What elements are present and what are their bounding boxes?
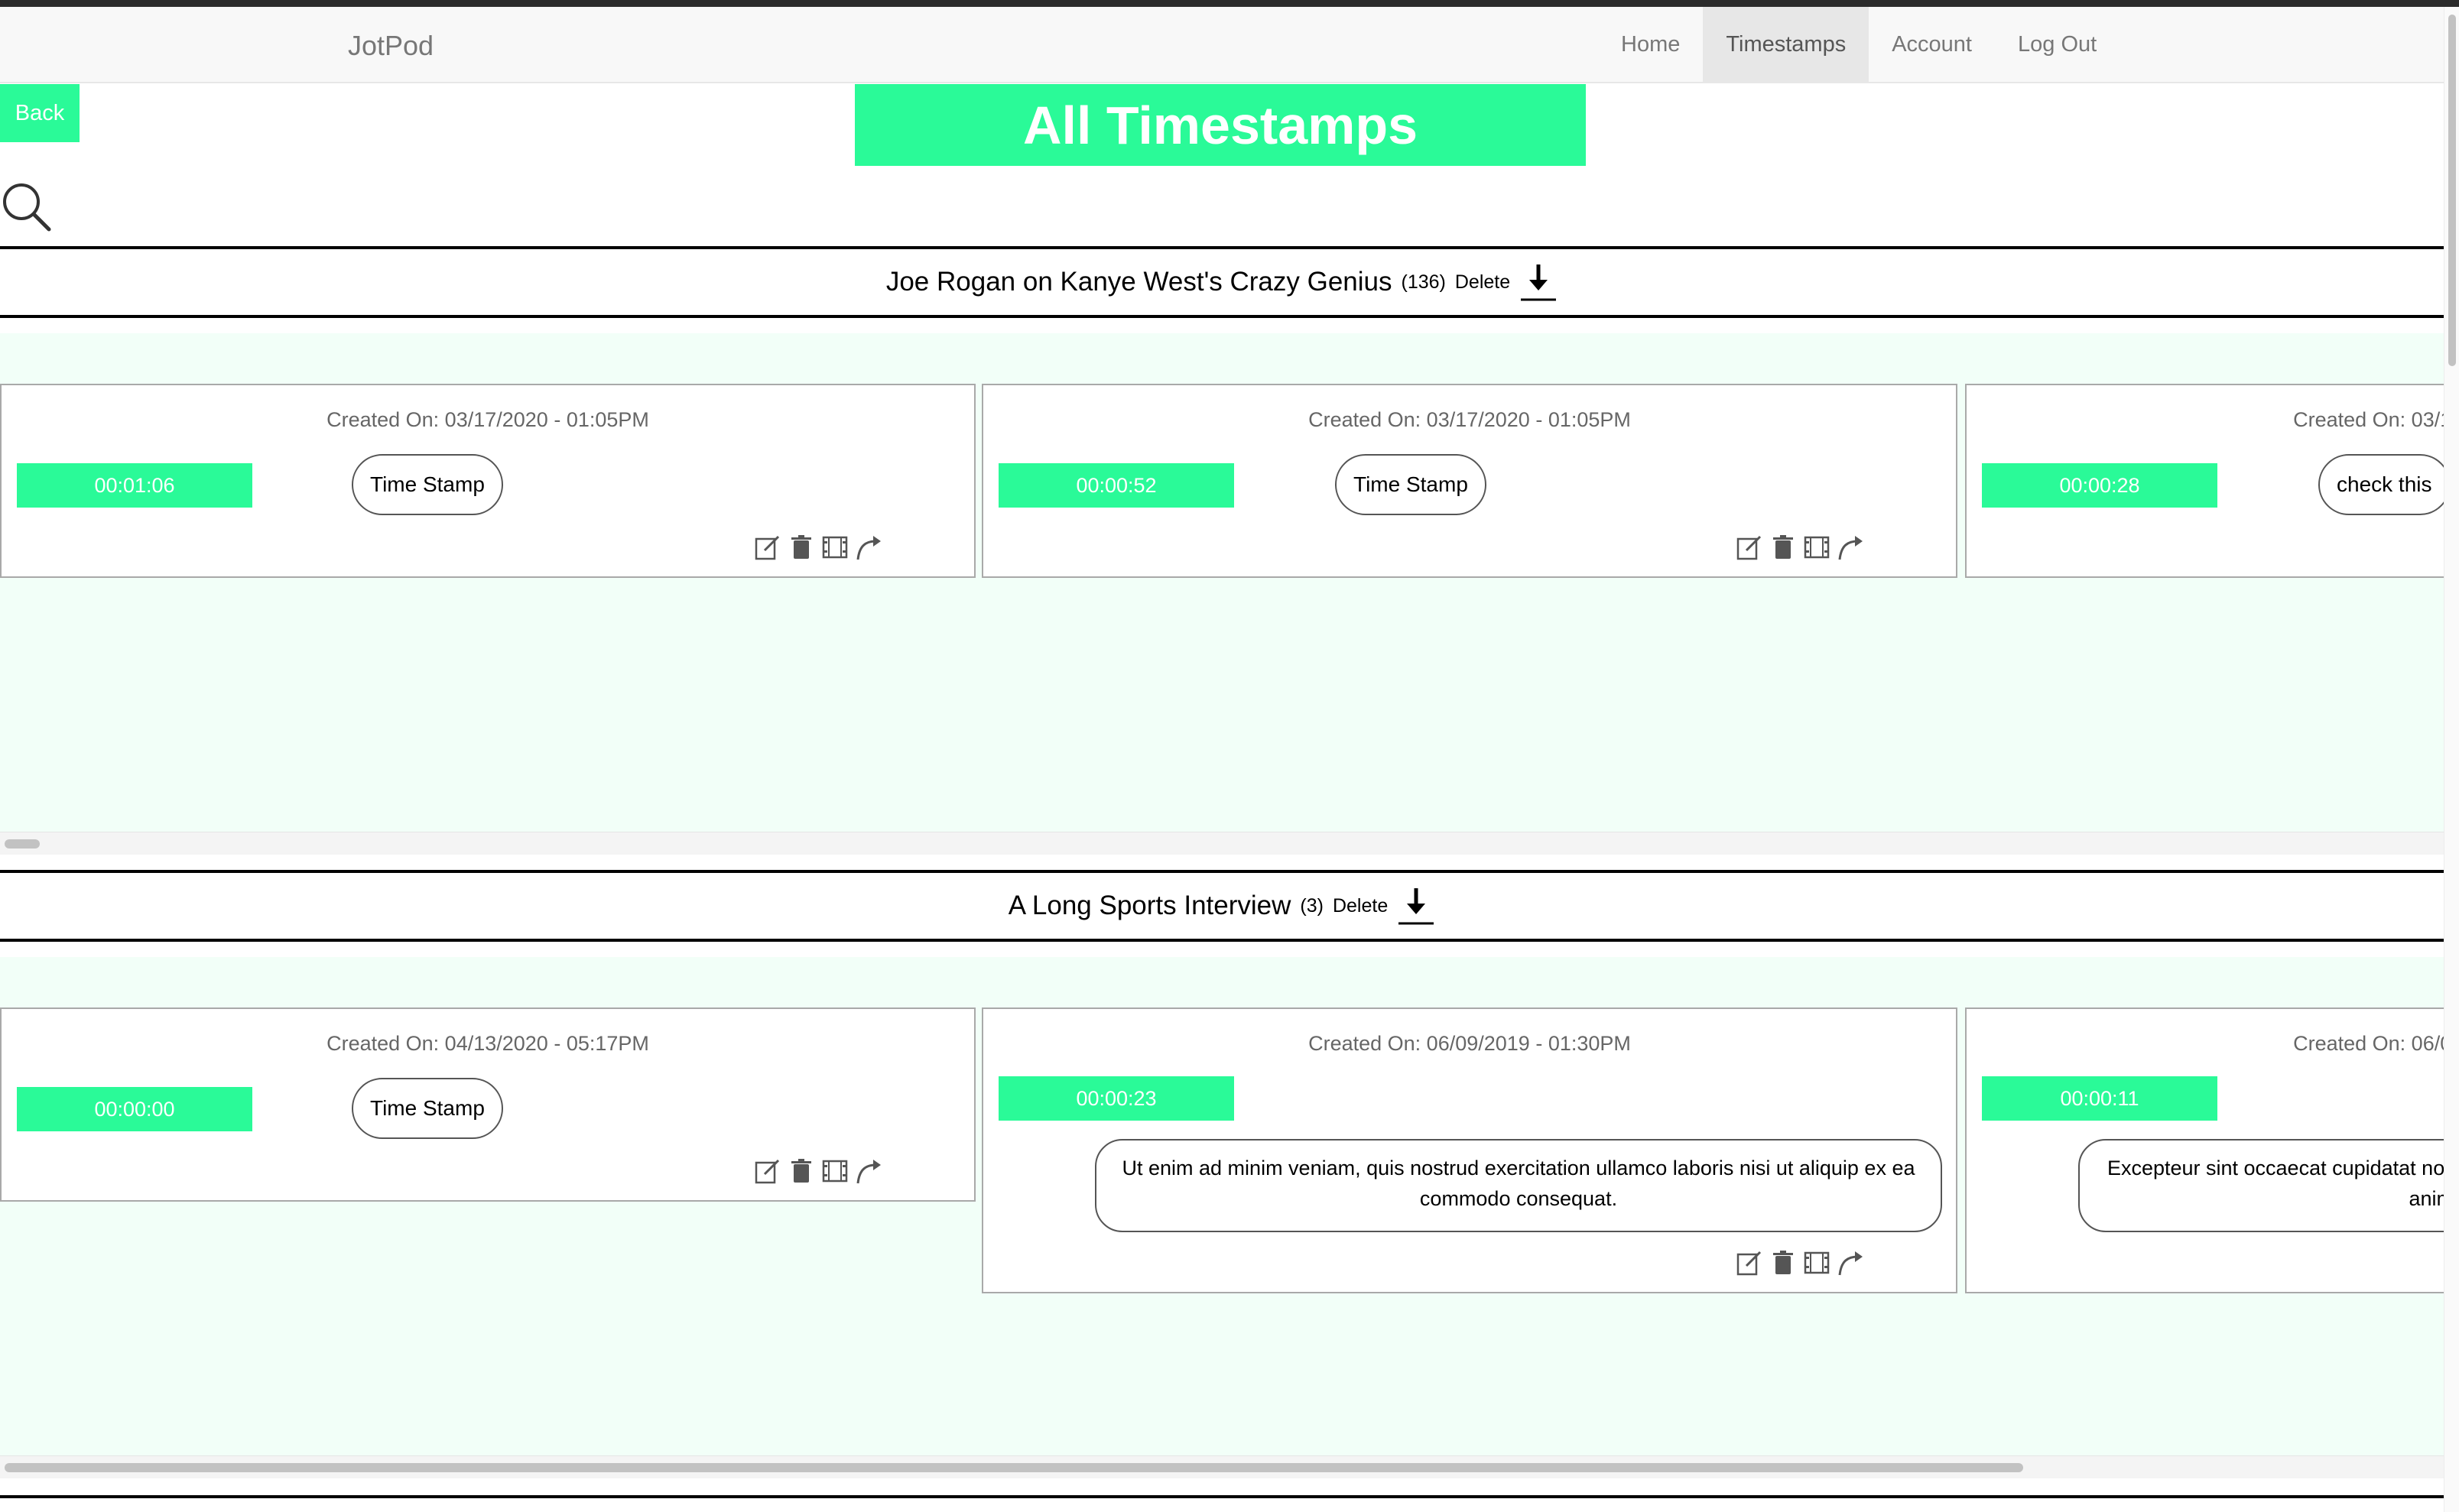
nav-item-account[interactable]: Account [1869,7,1995,82]
scrollbar-thumb[interactable] [5,839,40,848]
nav-menu: Home Timestamps Account Log Out [1598,7,2120,82]
created-date: Created On: 06/09/2019 - 01:30PM [1308,1032,1631,1055]
created-date: Created On: 03/17/2020 - 01:05PM [326,408,649,431]
note-bubble: Time Stamp [352,1078,503,1139]
scrollbar-thumb[interactable] [5,1463,2023,1472]
created-date: Created On: 03/17/2020 - 01:05PM [1308,408,1631,431]
nav-item-log-out[interactable]: Log Out [1995,7,2120,82]
share-icon[interactable] [1837,534,1864,561]
download-icon[interactable] [1519,261,1558,303]
card-actions [1736,534,1864,561]
card-actions [754,534,882,561]
film-icon[interactable] [821,534,849,561]
edit-icon[interactable] [754,534,781,561]
created-date: Created On: 03/17/2020 - 01:05PM [2293,408,2444,431]
note-bubble: Excepteur sint occaecat cupidatat non pr… [2078,1139,2444,1232]
timestamp-time-button[interactable]: 00:00:52 [999,463,1234,508]
film-icon[interactable] [1803,534,1830,561]
card-actions [1736,1249,1864,1277]
note-bubble: check this [2318,454,2444,515]
delete-podcast-button[interactable]: Delete [1333,895,1388,917]
share-icon[interactable] [1837,1249,1864,1277]
download-icon[interactable] [1397,885,1435,926]
edit-icon[interactable] [1736,1249,1763,1277]
timestamp-card[interactable]: Created On: 06/09/2019 - 01:30PM 00:00:2… [982,1007,1957,1293]
timestamp-time-button[interactable]: 00:00:28 [1982,463,2217,508]
nav-item-home[interactable]: Home [1598,7,1703,82]
card-actions [754,1157,882,1185]
film-icon[interactable] [1803,1249,1830,1277]
created-date: Created On: 06/09/2019 - 01:30PM [2293,1032,2444,1055]
timestamp-card[interactable]: Created On: 04/13/2020 - 05:17PM 00:00:0… [0,1007,976,1202]
timestamp-card[interactable]: Created On: 03/17/2020 - 01:05PM 00:00:5… [982,384,1957,578]
nav-item-timestamps[interactable]: Timestamps [1703,7,1869,82]
search-icon[interactable] [0,180,52,232]
note-bubble: Time Stamp [1335,454,1486,515]
note-bubble: Time Stamp [352,454,503,515]
share-icon[interactable] [855,1157,882,1185]
timestamp-time-button[interactable]: 00:00:00 [17,1087,252,1131]
page-title: All Timestamps [855,84,1586,166]
back-button[interactable]: Back [0,84,80,142]
trash-icon[interactable] [788,1157,815,1185]
brand-logo[interactable]: JotPod [348,30,434,62]
podcast-header: A Long Sports Interview (3) Delete [0,870,2444,942]
delete-podcast-button[interactable]: Delete [1455,271,1510,294]
note-bubble: Ut enim ad minim veniam, quis nostrud ex… [1095,1139,1942,1232]
timestamp-count: (3) [1300,894,1324,917]
timestamp-card[interactable]: Created On: 06/09/2019 - 01:30PM 00:00:1… [1965,1007,2444,1293]
horizontal-scrollbar[interactable] [0,832,2444,855]
timestamp-time-button[interactable]: 00:00:23 [999,1076,1234,1121]
podcast-title[interactable]: A Long Sports Interview [1009,891,1291,921]
created-date: Created On: 04/13/2020 - 05:17PM [326,1032,649,1055]
trash-icon[interactable] [1769,1249,1797,1277]
navbar: JotPod Home Timestamps Account Log Out [0,7,2444,83]
timestamp-card[interactable]: Created On: 03/17/2020 - 01:05PM 00:00:2… [1965,384,2444,578]
edit-icon[interactable] [754,1157,781,1185]
timestamp-strip: Created On: 03/17/2020 - 01:05PM 00:01:0… [0,333,2444,832]
trash-icon[interactable] [1769,534,1797,561]
podcast-title[interactable]: Joe Rogan on Kanye West's Crazy Genius [886,267,1392,297]
podcast-header: Joe Rogan on Kanye West's Crazy Genius (… [0,246,2444,318]
trash-icon[interactable] [788,534,815,561]
window-top-bar [0,0,2459,7]
vertical-scrollbar[interactable] [2444,7,2459,1512]
timestamp-card[interactable]: Created On: 03/17/2020 - 01:05PM 00:01:0… [0,384,976,578]
horizontal-scrollbar[interactable] [0,1455,2444,1478]
timestamp-time-button[interactable]: 00:01:06 [17,463,252,508]
scrollbar-thumb[interactable] [2448,15,2456,366]
timestamp-count: (136) [1401,271,1446,293]
timestamp-strip: Created On: 04/13/2020 - 05:17PM 00:00:0… [0,957,2444,1455]
share-icon[interactable] [855,534,882,561]
edit-icon[interactable] [1736,534,1763,561]
timestamp-time-button[interactable]: 00:00:11 [1982,1076,2217,1121]
section-divider [0,1495,2444,1498]
film-icon[interactable] [821,1157,849,1185]
